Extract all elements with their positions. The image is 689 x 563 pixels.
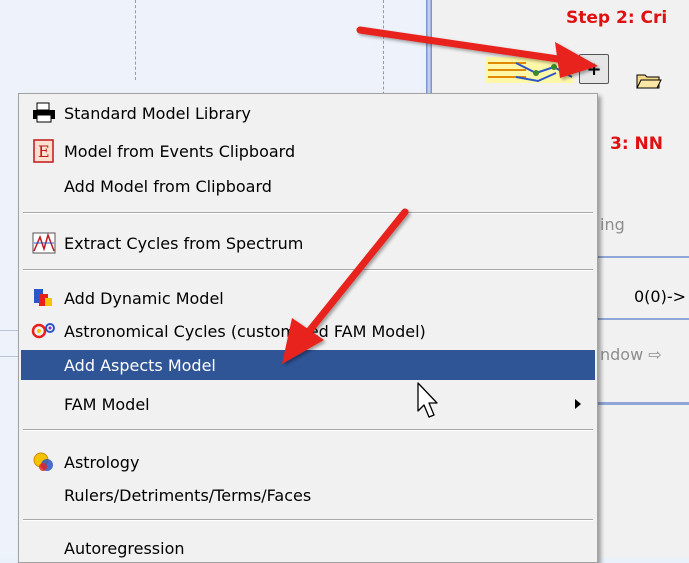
menu-item-label: Standard Model Library	[64, 103, 251, 123]
menu-item-astronomical-cycles[interactable]: Astronomical Cycles (customized FAM Mode…	[21, 316, 595, 346]
menu-item-label: Extract Cycles from Spectrum	[64, 233, 304, 253]
menu-separator	[23, 269, 593, 271]
menu-item-label: Astrology	[64, 452, 140, 472]
menu-item-add-dynamic-model[interactable]: Add Dynamic Model	[21, 283, 595, 313]
menu-separator	[23, 212, 593, 214]
menu-item-label: Add Dynamic Model	[64, 288, 224, 308]
menu-item-standard-model-library[interactable]: Standard Model Library	[21, 98, 595, 128]
astronomical-cycles-icon	[31, 323, 55, 339]
menu-item-label: FAM Model	[64, 394, 150, 414]
menu-item-rulers-detriments[interactable]: Rulers/Detriments/Terms/Faces	[21, 480, 595, 510]
menu-separator	[23, 429, 593, 431]
menu-item-label: Model from Events Clipboard	[64, 141, 296, 161]
menu-item-add-model-from-clipboard[interactable]: Add Model from Clipboard	[21, 171, 595, 201]
add-model-button[interactable]: +	[579, 54, 609, 84]
model-pattern-icon[interactable]	[486, 55, 574, 85]
dynamic-model-icon	[34, 289, 52, 306]
menu-item-fam-model[interactable]: FAM Model	[21, 389, 595, 419]
menu-item-extract-cycles-from-spectrum[interactable]: Extract Cycles from Spectrum	[21, 228, 595, 258]
menu-item-add-aspects-model[interactable]: Add Aspects Model	[21, 350, 595, 380]
menu-item-label: Add Aspects Model	[64, 355, 216, 375]
menu-item-label: Rulers/Detriments/Terms/Faces	[64, 485, 312, 505]
event-clipboard-icon: E	[33, 139, 54, 163]
context-menu: Standard Model Library E Model from Even…	[18, 93, 598, 563]
status-text: ing	[600, 215, 625, 234]
window-button-text[interactable]: ndow ⇨	[600, 345, 662, 364]
value-readout: 0(0)->	[634, 287, 687, 306]
menu-item-label: Add Model from Clipboard	[64, 176, 272, 196]
printer-library-icon	[33, 102, 55, 123]
menu-item-model-from-events-clipboard[interactable]: E Model from Events Clipboard	[21, 136, 595, 166]
menu-separator	[23, 519, 593, 521]
folder-open-icon[interactable]	[636, 72, 662, 90]
menu-item-astrology[interactable]: Astrology	[21, 447, 595, 477]
step2-label: Step 2: Cri	[566, 8, 668, 28]
step3-label: 3: NN	[610, 134, 664, 154]
spectrum-chart-icon	[32, 232, 56, 254]
menu-item-label: Autoregression	[64, 538, 185, 558]
submenu-arrow-icon	[575, 399, 581, 409]
grid-line	[0, 356, 20, 357]
grid-guide	[135, 0, 136, 80]
menu-item-autoregression[interactable]: Autoregression	[21, 533, 595, 563]
grid-line	[0, 330, 20, 331]
menu-item-label: Astronomical Cycles (customized FAM Mode…	[64, 321, 426, 341]
svg-text:E: E	[38, 142, 50, 161]
astrology-icon	[33, 452, 53, 471]
